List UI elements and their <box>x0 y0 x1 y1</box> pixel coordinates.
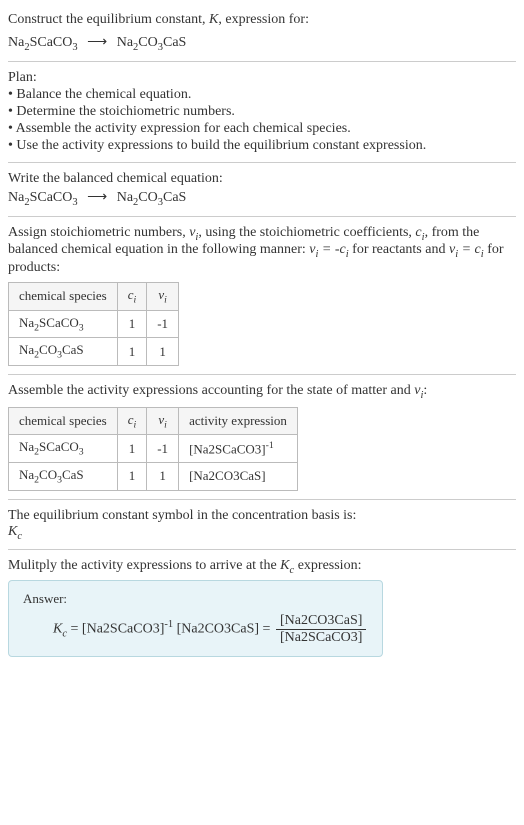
stoich-table: chemical species ci νi Na2SCaCO3 1 -1 Na… <box>8 282 179 366</box>
eq-rhs: Na2CO3CaS <box>117 190 187 205</box>
col-nu: νi <box>147 407 179 435</box>
cell-activity: [Na2CO3CaS] <box>179 462 298 490</box>
table-row: Na2SCaCO3 1 -1 [Na2SCaCO3]-1 <box>9 435 298 463</box>
term1-base: [Na2SCaCO3] <box>82 622 164 637</box>
cell-species: Na2SCaCO3 <box>9 435 118 463</box>
cell-species: Na2CO3CaS <box>9 462 118 490</box>
title-text: Construct the equilibrium constant, K, e… <box>8 8 516 32</box>
cell-activity: [Na2SCaCO3]-1 <box>179 435 298 463</box>
title-k: K <box>209 12 218 27</box>
title-post: , expression for: <box>218 12 309 27</box>
plan-heading: Plan: <box>8 70 516 86</box>
term1-exp: -1 <box>164 619 173 630</box>
table-row: Na2CO3CaS 1 1 [Na2CO3CaS] <box>9 462 298 490</box>
frac-num: [Na2CO3CaS] <box>276 613 366 630</box>
activity-base: [Na2CO3CaS] <box>189 468 266 483</box>
symbol-text: The equilibrium constant symbol in the c… <box>8 508 516 524</box>
divider <box>8 216 516 217</box>
plan-section: Plan: • Balance the chemical equation. •… <box>8 70 516 154</box>
symbol-section: The equilibrium constant symbol in the c… <box>8 508 516 542</box>
multiply-pre: Mulitply the activity expressions to arr… <box>8 558 280 573</box>
eq-lhs: Na2SCaCO3 <box>8 190 78 205</box>
col-c: ci <box>117 283 147 311</box>
col-species: chemical species <box>9 283 118 311</box>
term2: [Na2CO3CaS] = <box>173 622 274 637</box>
answer-equation: Kc = [Na2SCaCO3]-1 [Na2CO3CaS] = [Na2CO3… <box>23 613 368 646</box>
activity-exp: -1 <box>266 440 274 451</box>
table-header-row: chemical species ci νi activity expressi… <box>9 407 298 435</box>
c-header-sub: i <box>134 295 137 306</box>
col-species: chemical species <box>9 407 118 435</box>
frac-den: [Na2SCaCO3] <box>276 630 366 646</box>
assemble-pre: Assemble the activity expressions accoun… <box>8 383 414 398</box>
arrow-icon: ⟶ <box>87 34 107 51</box>
col-c: ci <box>117 407 147 435</box>
activity-base: [Na2SCaCO3] <box>189 441 266 456</box>
assign-reactants: for reactants and <box>349 242 449 257</box>
nu-header-sub: i <box>164 419 167 430</box>
rule2: νi = ci <box>449 242 484 257</box>
activity-table: chemical species ci νi activity expressi… <box>8 407 298 491</box>
cell-nu: -1 <box>147 310 179 338</box>
plan-item: • Use the activity expressions to build … <box>8 138 516 154</box>
divider <box>8 374 516 375</box>
k-var: K <box>8 524 17 539</box>
divider <box>8 61 516 62</box>
k-sub: c <box>17 530 22 541</box>
title-section: Construct the equilibrium constant, K, e… <box>8 8 516 53</box>
answer-box: Answer: Kc = [Na2SCaCO3]-1 [Na2CO3CaS] =… <box>8 580 383 657</box>
plan-item: • Balance the chemical equation. <box>8 87 516 103</box>
table-header-row: chemical species ci νi <box>9 283 179 311</box>
cell-c: 1 <box>117 310 147 338</box>
fraction: [Na2CO3CaS][Na2SCaCO3] <box>276 613 366 646</box>
assign-section: Assign stoichiometric numbers, νi , using… <box>8 225 516 366</box>
multiply-section: Mulitply the activity expressions to arr… <box>8 558 516 657</box>
assemble-section: Assemble the activity expressions accoun… <box>8 383 516 491</box>
multiply-post: expression: <box>294 558 361 573</box>
balanced-section: Write the balanced chemical equation: Na… <box>8 171 516 208</box>
answer-label: Answer: <box>23 591 368 607</box>
rule1: νi = -ci <box>309 242 348 257</box>
assemble-text: Assemble the activity expressions accoun… <box>8 383 516 401</box>
cell-nu: 1 <box>147 462 179 490</box>
col-nu: νi <box>147 283 179 311</box>
assign-mid1: , using the stoichiometric coefficients, <box>198 225 415 240</box>
multiply-text: Mulitply the activity expressions to arr… <box>8 558 516 576</box>
divider <box>8 499 516 500</box>
table-row: Na2CO3CaS 1 1 <box>9 338 179 366</box>
eq-sign: = <box>67 622 82 637</box>
cell-c: 1 <box>117 435 147 463</box>
cell-nu: -1 <box>147 435 179 463</box>
cell-species: Na2CO3CaS <box>9 338 118 366</box>
balanced-equation: Na2SCaCO3 ⟶ Na2CO3CaS <box>8 189 516 208</box>
table-row: Na2SCaCO3 1 -1 <box>9 310 179 338</box>
eq-lhs: Na2SCaCO3 <box>8 35 78 50</box>
cell-nu: 1 <box>147 338 179 366</box>
symbol-kc: Kc <box>8 524 516 542</box>
divider <box>8 162 516 163</box>
assign-pre: Assign stoichiometric numbers, <box>8 225 189 240</box>
nu-header-sub: i <box>164 295 167 306</box>
plan-item: • Determine the stoichiometric numbers. <box>8 104 516 120</box>
arrow-icon: ⟶ <box>87 189 107 206</box>
title-pre: Construct the equilibrium constant, <box>8 12 209 27</box>
divider <box>8 549 516 550</box>
cell-c: 1 <box>117 338 147 366</box>
assemble-post: : <box>423 383 427 398</box>
title-equation: Na2SCaCO3 ⟶ Na2CO3CaS <box>8 34 516 53</box>
c-header-sub: i <box>134 419 137 430</box>
k-var: K <box>280 558 289 573</box>
plan-item: • Assemble the activity expression for e… <box>8 121 516 137</box>
cell-c: 1 <box>117 462 147 490</box>
assign-text: Assign stoichiometric numbers, νi, using… <box>8 225 516 277</box>
cell-species: Na2SCaCO3 <box>9 310 118 338</box>
col-activity: activity expression <box>179 407 298 435</box>
eq-rhs: Na2CO3CaS <box>117 35 187 50</box>
balanced-heading: Write the balanced chemical equation: <box>8 171 516 187</box>
k-var: K <box>53 622 62 637</box>
